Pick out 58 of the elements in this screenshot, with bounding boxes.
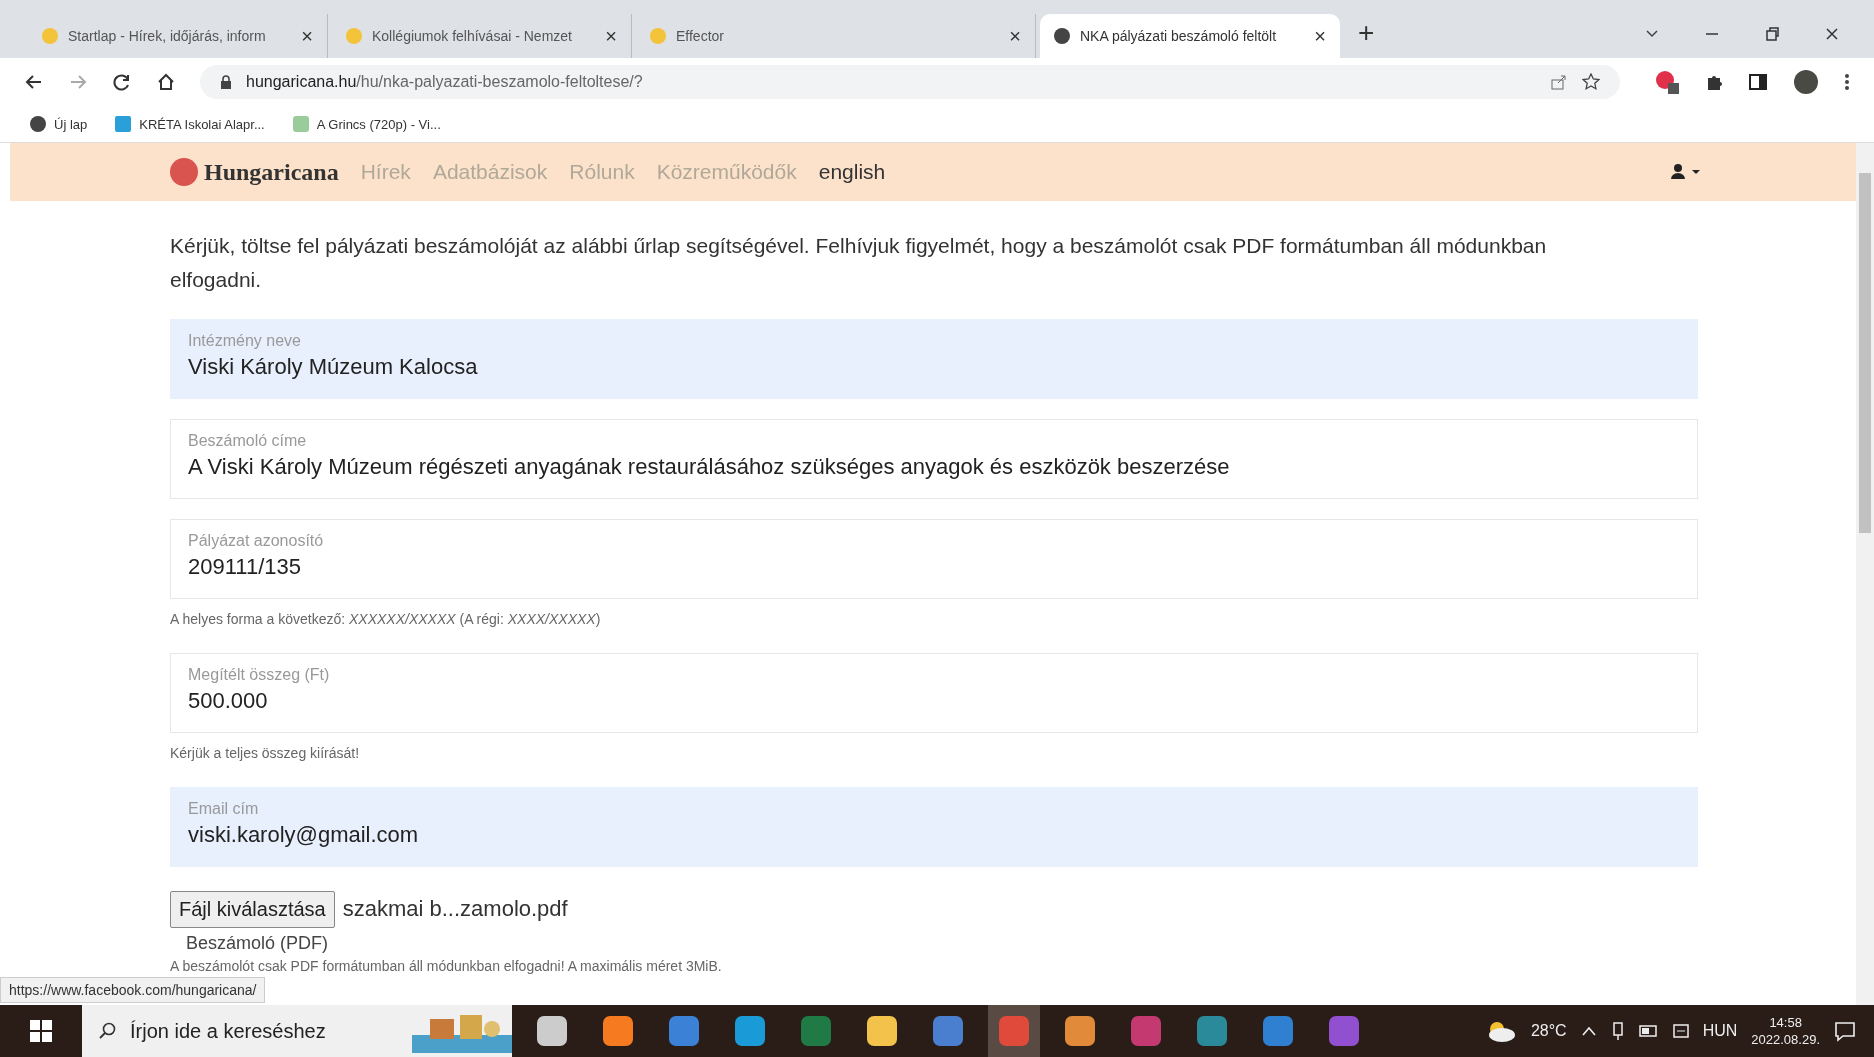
language-indicator[interactable]: HUN bbox=[1702, 1022, 1738, 1040]
temperature-text: 28°C bbox=[1530, 1022, 1567, 1040]
field-hint: A helyes forma a következő: XXXXXX/XXXXX (A régi: XXXX/XXXXX) bbox=[170, 611, 602, 627]
page-icon bbox=[1054, 28, 1070, 44]
more-icon[interactable] bbox=[1844, 72, 1850, 92]
form-field[interactable]: Email cím viski.karoly@gmail.com bbox=[170, 787, 1698, 867]
browser-tab[interactable]: Effector × bbox=[636, 14, 1036, 58]
windows-start-icon[interactable] bbox=[30, 1020, 52, 1042]
intro-text: Kérjük, töltse fel pályázati beszámolóját az alábbi űrlap segítségével. Felhívjuk figyelmét, hogy a beszámolót csak PDF formátumban áll módunkban elfogadni. bbox=[170, 233, 1548, 293]
field-label: Beszámoló (PDF) bbox=[186, 933, 330, 954]
close-icon[interactable] bbox=[1824, 26, 1840, 42]
star-icon[interactable] bbox=[1582, 73, 1600, 91]
choose-file-button[interactable]: Fájl kiválasztása bbox=[170, 890, 335, 928]
user-menu-icon[interactable] bbox=[1670, 164, 1700, 180]
browser-tab[interactable]: Startlap - Hírek, időjárás, inform × bbox=[28, 14, 328, 58]
file-name: szakmai b...zamolo.pdf bbox=[342, 896, 568, 922]
search-icon bbox=[98, 1022, 116, 1040]
close-tab-button[interactable]: × bbox=[605, 24, 617, 48]
close-tab-button[interactable]: × bbox=[301, 24, 313, 48]
site-logo[interactable]: Hungaricana bbox=[170, 158, 339, 186]
status-url: https://www.facebook.com/hungaricana/ bbox=[0, 977, 266, 1003]
reload-icon[interactable] bbox=[112, 72, 132, 92]
clock-time[interactable]: 14:58 bbox=[1769, 1015, 1802, 1030]
lock-icon bbox=[220, 75, 232, 89]
bookmark[interactable]: Új lap bbox=[30, 116, 88, 132]
restore-icon[interactable] bbox=[1764, 26, 1780, 42]
form-field[interactable]: Intézmény neve Viski Károly Múzeum Kalocsa bbox=[170, 319, 1698, 399]
share-icon[interactable] bbox=[1550, 73, 1568, 91]
close-tab-button[interactable]: × bbox=[1314, 24, 1326, 48]
form-field[interactable]: Megítélt összeg (Ft) 500.000 bbox=[170, 653, 1698, 733]
nav-link[interactable]: english bbox=[818, 160, 886, 184]
field-hint: A beszámolót csak PDF formátumban áll módunkban elfogadni! A maximális méret 3MiB. bbox=[170, 958, 723, 974]
chevron-up-icon[interactable] bbox=[1580, 1025, 1597, 1037]
notification-icon[interactable] bbox=[1834, 1020, 1856, 1042]
new-tab-button[interactable]: + bbox=[1358, 17, 1375, 49]
form-field[interactable]: Pályázat azonosító 209111/135 bbox=[170, 519, 1698, 599]
scrollbar[interactable] bbox=[1856, 143, 1874, 1005]
keyboard-icon[interactable] bbox=[1672, 1023, 1689, 1039]
close-tab-button[interactable]: × bbox=[1009, 24, 1021, 48]
network-icon[interactable] bbox=[1610, 1021, 1625, 1041]
page-icon bbox=[650, 28, 666, 44]
page-icon bbox=[42, 28, 58, 44]
bookmark[interactable]: KRÉTA Iskolai Alapr... bbox=[115, 116, 265, 132]
bookmark[interactable]: A Grincs (720p) - Vi... bbox=[292, 116, 441, 132]
browser-tab[interactable]: Kollégiumok felhívásai - Nemzet × bbox=[332, 14, 632, 58]
battery-icon[interactable] bbox=[1638, 1024, 1659, 1038]
form-field[interactable]: Beszámoló címe A Viski Károly Múzeum régészeti anyagának restaurálásához szükséges anyagok és eszközök beszerzése bbox=[170, 419, 1698, 499]
extension-icon[interactable] bbox=[1654, 69, 1680, 95]
sidebar-icon[interactable] bbox=[1748, 72, 1768, 92]
home-icon[interactable] bbox=[156, 72, 176, 92]
clock-date[interactable]: 2022.08.29. bbox=[1751, 1032, 1820, 1047]
address-bar[interactable]: hungaricana.hu/hu/nka-palyazati-beszamolo-feltoltese/? bbox=[200, 65, 1620, 99]
taskbar-search-field[interactable]: Írjon ide a kereséshez bbox=[82, 1005, 512, 1057]
field-hint: Kérjük a teljes összeg kiírását! bbox=[170, 745, 361, 761]
browser-tab[interactable]: NKA pályázati beszámoló feltölt × bbox=[1040, 14, 1340, 58]
page-icon bbox=[346, 28, 362, 44]
url-text: hungaricana.hu/hu/nka-palyazati-beszamolo-feltoltese/? bbox=[246, 73, 643, 91]
profile-avatar[interactable] bbox=[1792, 68, 1820, 96]
